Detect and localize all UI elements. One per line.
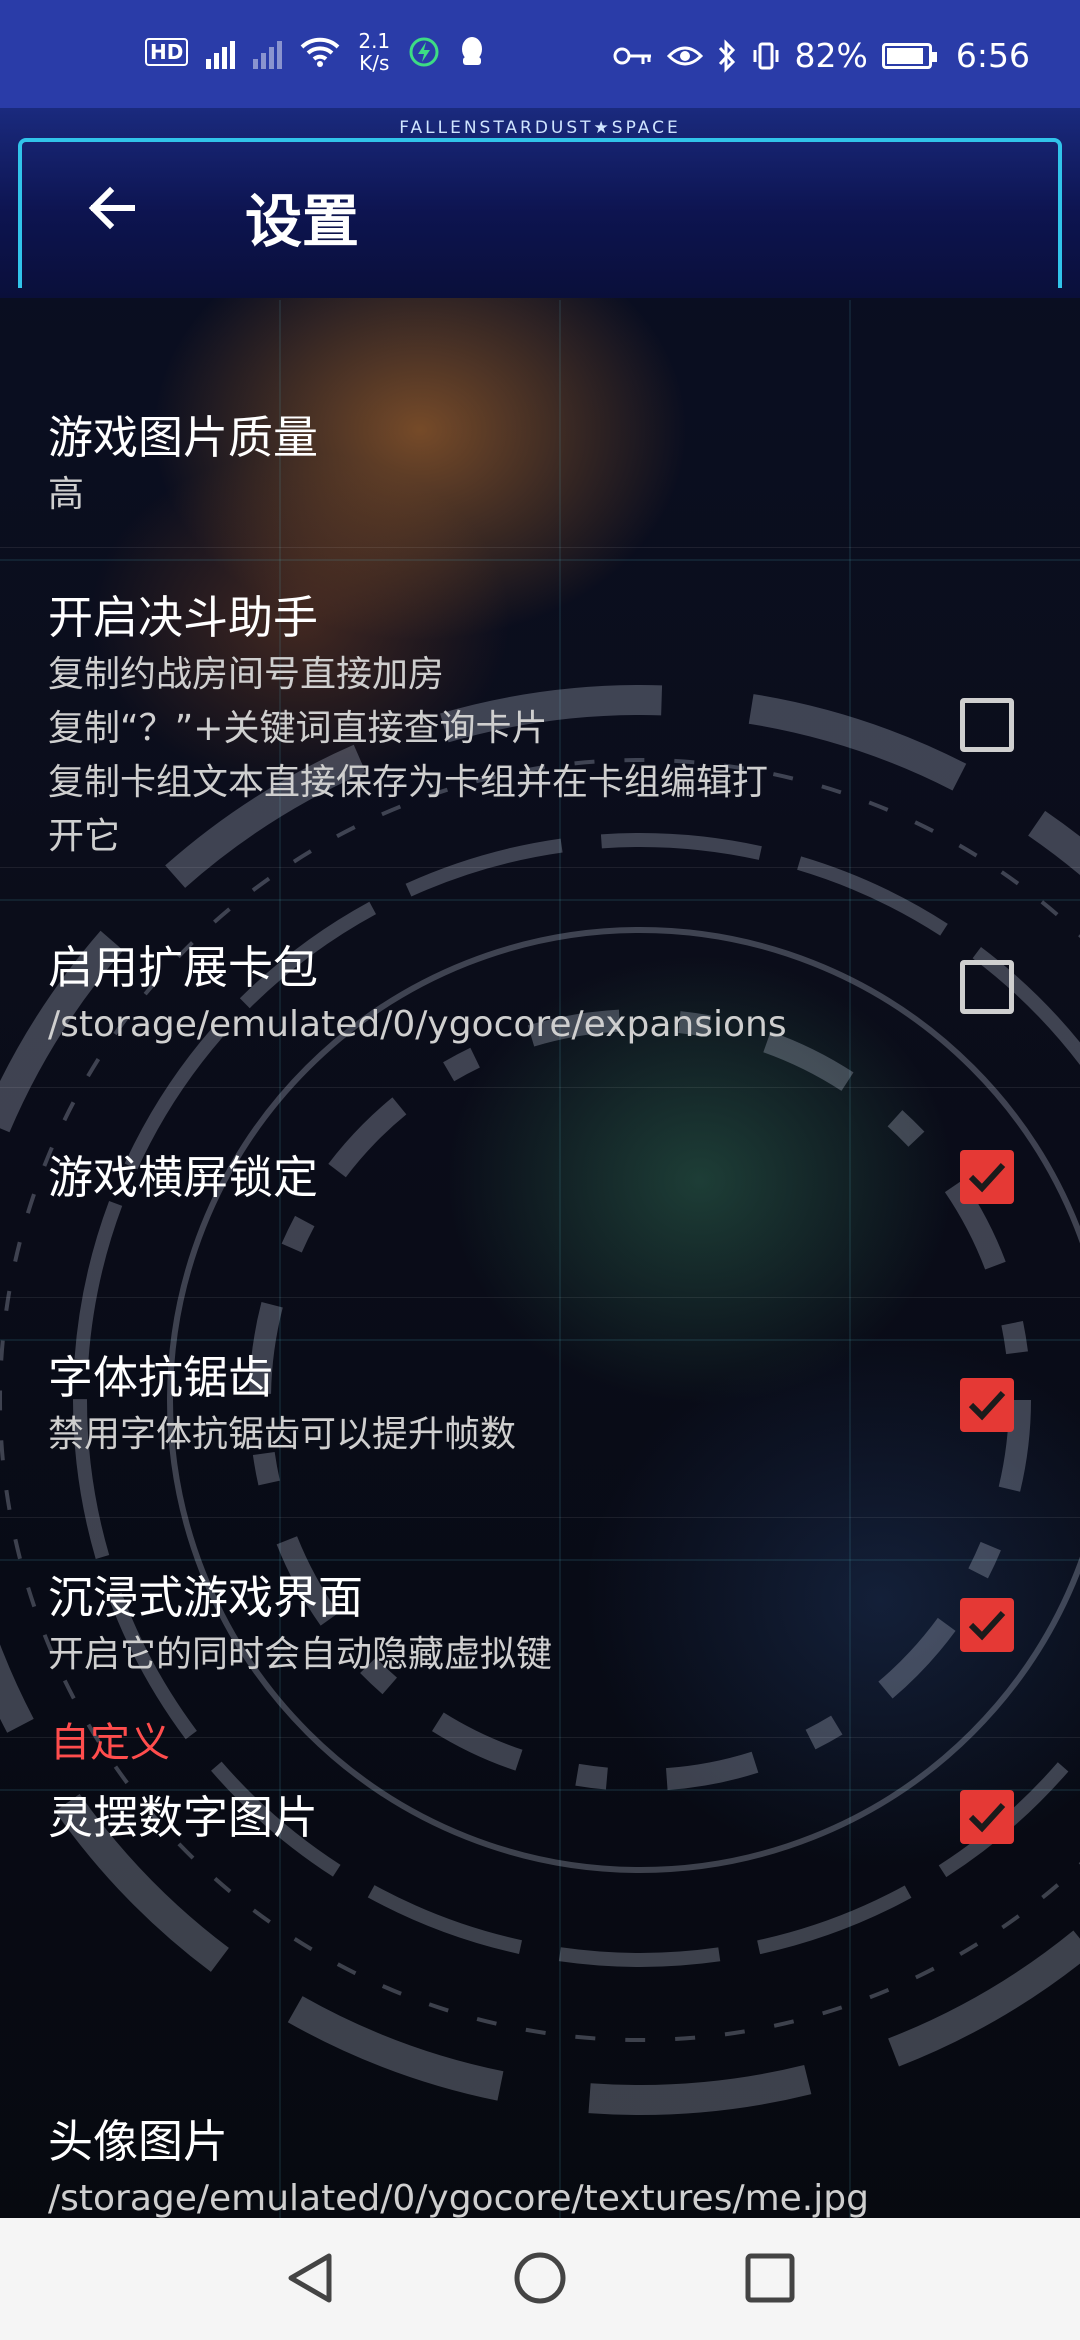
status-right: 82% 6:56 — [613, 36, 1030, 75]
setting-subtitle: 复制约战房间号直接加房 — [48, 654, 445, 695]
expansions-checkbox[interactable] — [960, 960, 1014, 1014]
check-icon — [968, 1610, 1006, 1641]
app-header: FALLENSTARDUST★SPACE 设置 — [0, 108, 1080, 298]
pendulum-images-checkbox[interactable] — [960, 1790, 1014, 1844]
setting-title: 游戏图片质量 — [48, 411, 319, 464]
immersive-checkbox[interactable] — [960, 1598, 1014, 1652]
setting-expansions[interactable]: 启用扩展卡包 /storage/emulated/0/ygocore/expan… — [0, 868, 1080, 1088]
setting-subtitle: 开它 — [48, 816, 121, 857]
battery-icon — [881, 42, 937, 69]
setting-image-quality[interactable]: 游戏图片质量 高 — [0, 298, 1080, 548]
clock: 6:56 — [955, 36, 1030, 75]
charge-icon — [409, 37, 439, 67]
setting-subtitle: 复制卡组文本直接保存为卡组并在卡组编辑打 — [48, 762, 769, 803]
vibrate-icon — [753, 42, 779, 69]
status-left: HD 2.1 K/s — [145, 30, 486, 74]
speed-unit: K/s — [359, 51, 390, 75]
hd-icon: HD — [145, 38, 189, 66]
page-title: 设置 — [245, 189, 359, 255]
brand-text: FALLENSTARDUST★SPACE — [399, 118, 681, 138]
landscape-lock-checkbox[interactable] — [960, 1150, 1014, 1204]
signal-icon — [253, 35, 283, 69]
setting-title: 头像图片 — [48, 2115, 229, 2168]
speed-value: 2.1 — [358, 29, 391, 53]
battery-percent: 82% — [794, 36, 868, 75]
settings-list: 游戏图片质量 高 开启决斗助手 复制约战房间号直接加房 复制“？”+关键词直接查… — [0, 298, 1080, 1938]
arrow-left-icon[interactable] — [82, 178, 142, 238]
setting-subtitle: 复制“？”+关键词直接查询卡片 — [48, 708, 548, 749]
setting-avatar-image[interactable]: 头像图片 /storage/emulated/0/ygocore/texture… — [0, 2112, 1080, 2218]
setting-subtitle: 禁用字体抗锯齿可以提升帧数 — [48, 1414, 517, 1455]
setting-title: 沉浸式游戏界面 — [48, 1571, 364, 1624]
setting-title: 开启决斗助手 — [48, 591, 319, 644]
status-bar: HD 2.1 K/s 82% 6:56 — [0, 0, 1080, 108]
setting-pendulum-images[interactable]: 灵摆数字图片 — [0, 1738, 1080, 1938]
check-icon — [968, 1162, 1006, 1193]
network-speed: 2.1 K/s — [358, 30, 390, 74]
setting-subtitle: 开启它的同时会自动隐藏虚拟键 — [48, 1634, 553, 1675]
section-header-custom: 自定义 — [50, 1720, 170, 1766]
setting-landscape-lock[interactable]: 游戏横屏锁定 — [0, 1088, 1080, 1298]
setting-immersive[interactable]: 沉浸式游戏界面 开启它的同时会自动隐藏虚拟键 — [0, 1518, 1080, 1738]
eye-icon — [666, 46, 703, 65]
setting-title: 灵摆数字图片 — [48, 1791, 319, 1844]
setting-subtitle: 高 — [48, 474, 85, 515]
nav-home-icon[interactable] — [512, 2250, 568, 2306]
navigation-bar — [0, 2218, 1080, 2340]
check-icon — [968, 1802, 1006, 1833]
nav-back-icon[interactable] — [283, 2250, 339, 2306]
bluetooth-icon — [718, 38, 735, 73]
duel-assistant-checkbox[interactable] — [960, 698, 1014, 752]
setting-title: 启用扩展卡包 — [48, 941, 319, 994]
setting-subtitle: /storage/emulated/0/ygocore/expansions — [48, 1004, 787, 1045]
setting-font-antialias[interactable]: 字体抗锯齿 禁用字体抗锯齿可以提升帧数 — [0, 1298, 1080, 1518]
wifi-icon — [300, 37, 340, 67]
setting-subtitle: /storage/emulated/0/ygocore/textures/me.… — [48, 2178, 869, 2218]
font-antialias-checkbox[interactable] — [960, 1378, 1014, 1432]
setting-title: 游戏横屏锁定 — [48, 1151, 319, 1204]
key-icon — [613, 47, 651, 64]
setting-duel-assistant[interactable]: 开启决斗助手 复制约战房间号直接加房 复制“？”+关键词直接查询卡片 复制卡组文… — [0, 548, 1080, 868]
check-icon — [968, 1390, 1006, 1421]
signal-4g-icon — [206, 35, 236, 69]
setting-title: 字体抗锯齿 — [48, 1351, 274, 1404]
qq-icon — [462, 37, 483, 65]
header-frame — [18, 138, 1062, 288]
nav-recents-icon[interactable] — [742, 2250, 798, 2306]
